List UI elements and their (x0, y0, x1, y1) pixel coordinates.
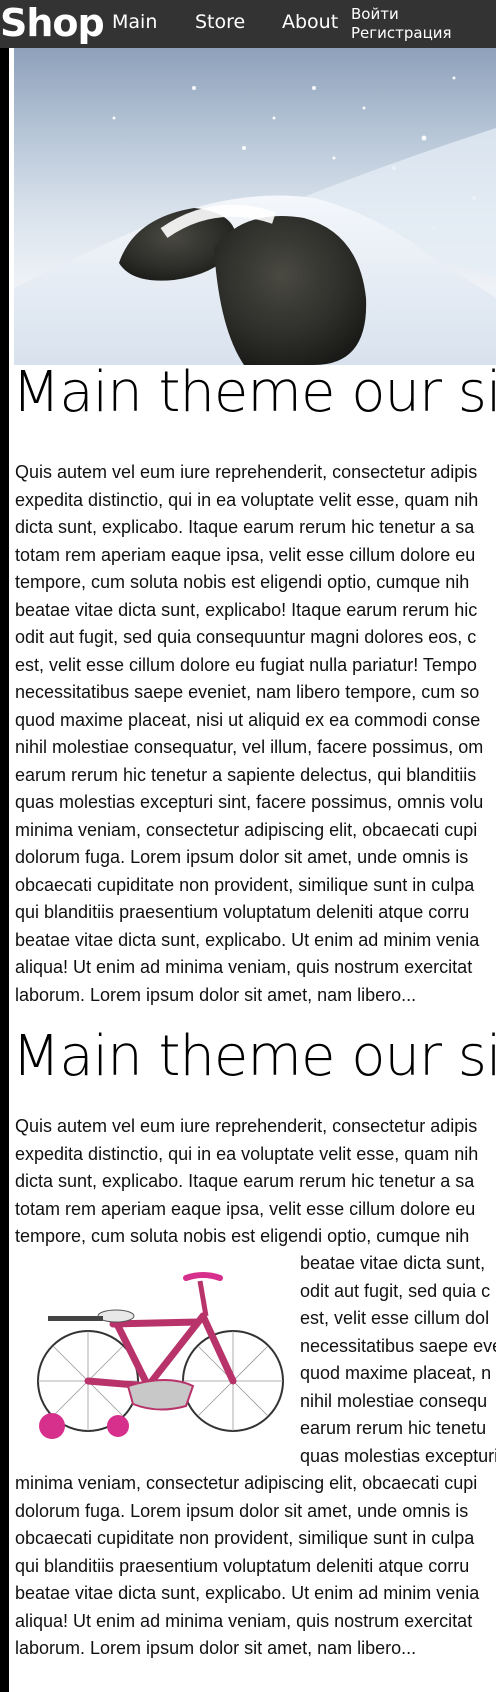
text-line: aliqua! Ut enim ad minima veniam, quis n… (15, 957, 473, 977)
text-line: expedita distinctio, qui in ea voluptate… (15, 489, 479, 510)
login-link[interactable]: Войти (351, 5, 452, 24)
text-line: est, velit esse cillum dolore eu fugiat … (15, 654, 477, 675)
text-line: obcaecati cupiditate non provident, simi… (15, 1528, 475, 1548)
text-line: obcaecati cupiditate non provident, simi… (15, 874, 475, 895)
article-2-paragraph-bottom: minima veniam, consectetur adipiscing el… (15, 1470, 496, 1663)
text-line: dicta sunt, explicabo. Itaque earum reru… (15, 517, 475, 537)
text-line: totam rem aperiam eaque ipsa, velit esse… (15, 1198, 476, 1219)
article-1-heading: Main theme our si (12, 360, 496, 425)
text-line: Quis autem vel eum iure reprehenderit, c… (15, 462, 478, 482)
text-line: quas molestias excepturi sint, facere po… (15, 792, 484, 812)
text-line: earum rerum hic tenetur a sapiente delec… (15, 764, 477, 785)
text-line: quas molestias excepturi (300, 1445, 496, 1466)
text-line: dolorum fuga. Lorem ipsum dolor sit amet… (15, 847, 469, 867)
text-line: aliqua! Ut enim ad minima veniam, quis n… (15, 1610, 473, 1631)
snow-rock-icon (14, 76, 496, 365)
nav-link-about[interactable]: About (282, 11, 338, 33)
text-line: est, velit esse cillum dol (300, 1308, 490, 1328)
text-line: dicta sunt, explicabo. Itaque earum reru… (15, 1171, 475, 1191)
text-line: dolorum fuga. Lorem ipsum dolor sit amet… (15, 1500, 469, 1521)
text-line: odit aut fugit, sed quia consequuntur ma… (15, 627, 477, 647)
article-2-paragraph-top: Quis autem vel eum iure reprehenderit, c… (15, 1113, 496, 1251)
nav-link-main[interactable]: Main (112, 11, 157, 33)
nav-link-store[interactable]: Store (195, 11, 245, 33)
text-line: quod maxime placeat, n (300, 1363, 492, 1383)
text-line: qui blanditiis praesentium voluptatum de… (15, 1555, 470, 1576)
text-line: expedita distinctio, qui in ea voluptate… (15, 1143, 479, 1164)
text-line: quod maxime placeat, nisi ut aliquid ex … (15, 709, 481, 730)
text-line: beatae vitae dicta sunt, explicabo. Ut e… (15, 1583, 480, 1603)
text-line: nihil molestiae consequatur, vel illum, … (15, 737, 484, 757)
top-navigation: Shop Main Store About Войти Регистрация (0, 0, 496, 48)
text-line: laborum. Lorem ipsum dolor sit amet, nam… (15, 1638, 417, 1658)
bike-image (18, 1256, 294, 1446)
text-line: minima veniam, consectetur adipiscing el… (15, 819, 478, 840)
text-line: beatae vitae dicta sunt, (300, 1253, 486, 1273)
left-edge-bar (0, 0, 9, 1692)
brand-logo[interactable]: Shop (0, 0, 105, 48)
hero-image (14, 48, 496, 365)
text-line: earum rerum hic tenetu (300, 1418, 487, 1438)
text-line: beatae vitae dicta sunt, explicabo. Ut e… (15, 929, 480, 950)
text-line: qui blanditiis praesentium voluptatum de… (15, 902, 470, 922)
text-line: Quis autem vel eum iure reprehenderit, c… (15, 1116, 478, 1136)
text-line: totam rem aperiam eaque ipsa, velit esse… (15, 544, 476, 565)
text-line: tempore, cum soluta nobis est eligendi o… (15, 572, 470, 592)
text-line: beatae vitae dicta sunt, explicabo! Itaq… (15, 599, 478, 620)
bicycle-icon (37, 1272, 284, 1439)
text-line: laborum. Lorem ipsum dolor sit amet, nam… (15, 984, 417, 1005)
text-line: tempore, cum soluta nobis est eligendi o… (15, 1226, 470, 1246)
auth-links: Войти Регистрация (351, 5, 452, 43)
text-line: necessitatibus saepe eve (300, 1335, 496, 1356)
text-line: necessitatibus saepe eveniet, nam libero… (15, 682, 480, 702)
text-line: minima veniam, consectetur adipiscing el… (15, 1473, 478, 1493)
article-1-paragraph: Quis autem vel eum iure reprehenderit, c… (15, 459, 496, 1009)
text-line: odit aut fugit, sed quia c (300, 1280, 491, 1301)
text-line: nihil molestiae consequ (300, 1390, 488, 1411)
article-2-wrap-lines: beatae vitae dicta sunt, odit aut fugit,… (300, 1250, 496, 1470)
register-link[interactable]: Регистрация (351, 24, 452, 43)
article-2-heading: Main theme our si (12, 1024, 496, 1089)
